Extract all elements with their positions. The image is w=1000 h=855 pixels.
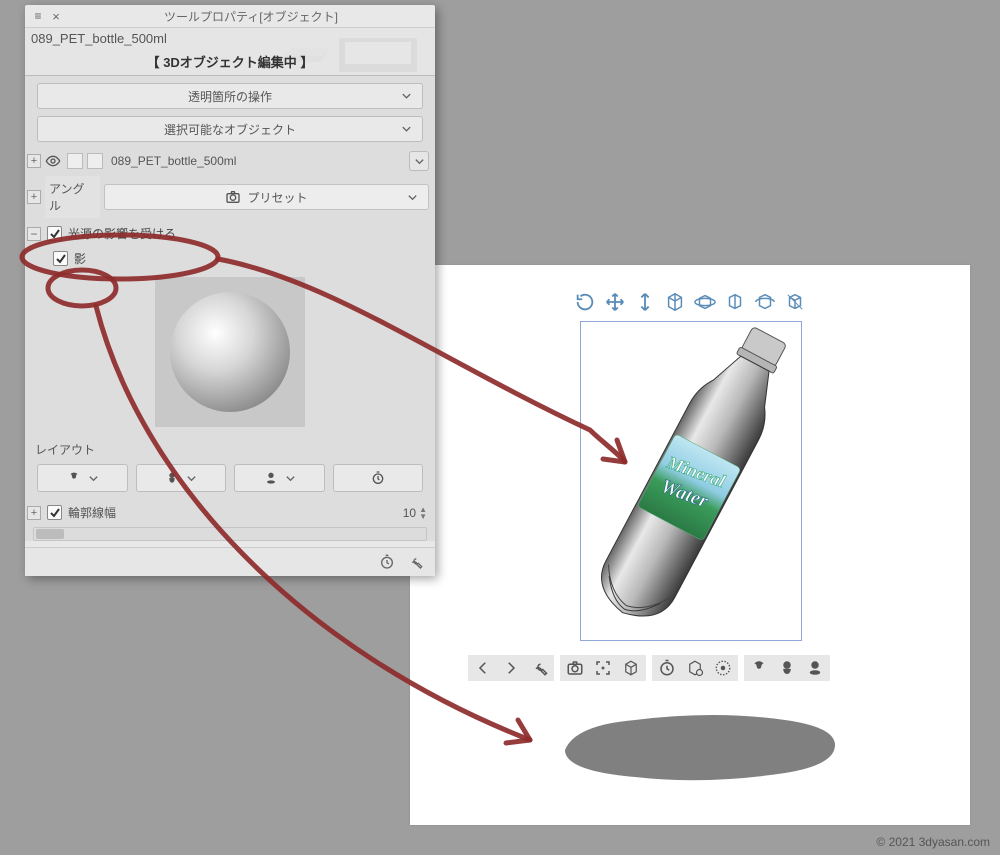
rotate-icon[interactable]: [574, 291, 596, 313]
angle-preset-row: + アングル プリセット: [27, 176, 429, 218]
chevron-down-icon: [88, 473, 99, 484]
object-item-label: 089_PET_bottle_500ml: [111, 154, 405, 168]
lock-box[interactable]: [67, 153, 83, 169]
tool-property-panel: ≡ × ツールプロパティ[オブジェクト] 089_PET_bottle_500m…: [25, 5, 435, 576]
preset-select[interactable]: プリセット: [104, 184, 429, 210]
menu-icon[interactable]: ≡: [31, 9, 45, 23]
outline-label: 輪郭線幅: [68, 504, 116, 521]
orbit-dotted-icon[interactable]: [714, 659, 732, 677]
expand-icon[interactable]: +: [27, 154, 41, 168]
camera-icon: [225, 189, 241, 205]
wrench-icon[interactable]: [530, 659, 548, 677]
next-icon[interactable]: [502, 659, 520, 677]
cube-reset-icon[interactable]: [784, 291, 806, 313]
transparent-ops-label: 透明箇所の操作: [188, 88, 272, 105]
cube-timer-icon[interactable]: [686, 659, 704, 677]
expand-icon[interactable]: +: [27, 190, 41, 204]
prev-icon[interactable]: [474, 659, 492, 677]
wrench-icon[interactable]: [407, 554, 423, 570]
move-icon[interactable]: [604, 291, 626, 313]
viewport-toolbar: [468, 655, 830, 681]
bottle-object[interactable]: Mineral Water: [581, 322, 803, 642]
chevron-down-icon: [401, 91, 412, 102]
cube-tool-icon[interactable]: [622, 659, 640, 677]
material-b-icon[interactable]: [778, 659, 796, 677]
clock-icon[interactable]: [379, 554, 395, 570]
layout-buttons: [25, 460, 435, 500]
shadow-checkbox[interactable]: [53, 251, 68, 266]
outline-value[interactable]: 10: [403, 506, 416, 520]
move-vertical-icon[interactable]: [634, 291, 656, 313]
outline-slider[interactable]: [33, 527, 427, 541]
cube-scale-icon[interactable]: [754, 291, 776, 313]
copyright-label: © 2021 3dyasan.com: [876, 835, 990, 849]
cube-move-icon[interactable]: [724, 291, 746, 313]
camera-icon[interactable]: [566, 659, 584, 677]
edit-banner: 【 3Dオブジェクト編集中 】: [25, 49, 435, 75]
panel-header: 089_PET_bottle_500ml 【 3Dオブジェクト編集中 】: [25, 27, 435, 75]
chevron-down-icon: [401, 124, 412, 135]
cube-orbit-icon[interactable]: [694, 291, 716, 313]
transparent-ops-select[interactable]: 透明箇所の操作: [37, 83, 423, 109]
panel-titlebar[interactable]: ≡ × ツールプロパティ[オブジェクト]: [25, 5, 435, 27]
visibility-icon[interactable]: [45, 153, 63, 169]
light-affect-row: − 光源の影響を受ける: [25, 221, 435, 246]
layout-stand-button[interactable]: [136, 464, 227, 492]
chevron-down-icon: [407, 192, 418, 203]
collapse-icon[interactable]: −: [27, 227, 41, 241]
cube-rotate-icon[interactable]: [664, 291, 686, 313]
outline-width-row: + 輪郭線幅 10 ▲▼: [25, 500, 435, 525]
preset-label: プリセット: [247, 189, 307, 206]
close-icon[interactable]: ×: [49, 9, 63, 24]
chevron-down-icon[interactable]: [409, 151, 429, 171]
chevron-down-icon: [186, 473, 197, 484]
chevron-down-icon: [285, 473, 296, 484]
angle-label: アングル: [45, 176, 100, 218]
layout-ground-button[interactable]: [37, 464, 128, 492]
panel-title: ツールプロパティ[オブジェクト]: [73, 8, 429, 25]
light-preview[interactable]: [155, 277, 305, 427]
layout-section-label: レイアウト: [25, 435, 435, 460]
shadow-label: 影: [74, 250, 86, 267]
material-c-icon[interactable]: [806, 659, 824, 677]
selectable-objects-label: 選択可能なオブジェクト: [164, 121, 296, 138]
viewport-canvas[interactable]: Mineral Water: [410, 265, 970, 825]
slider-thumb[interactable]: [36, 529, 64, 539]
layout-shadow-button[interactable]: [234, 464, 325, 492]
shadow-blob: [535, 695, 845, 787]
selection-bounds[interactable]: Mineral Water: [580, 321, 802, 641]
panel-footer: [25, 547, 435, 576]
expand-icon[interactable]: +: [27, 506, 41, 520]
outline-checkbox[interactable]: [47, 505, 62, 520]
light-affect-checkbox[interactable]: [47, 226, 62, 241]
light-affect-label: 光源の影響を受ける: [68, 225, 176, 242]
layout-timer-button[interactable]: [333, 464, 424, 492]
material-a-icon[interactable]: [750, 659, 768, 677]
shadow-row: 影: [51, 246, 435, 271]
object-toolbar: [574, 291, 806, 313]
object-tree-row[interactable]: + 089_PET_bottle_500ml: [25, 149, 435, 173]
focus-icon[interactable]: [594, 659, 612, 677]
select-box[interactable]: [87, 153, 103, 169]
spinner-icon[interactable]: ▲▼: [419, 506, 427, 520]
timer-icon[interactable]: [658, 659, 676, 677]
selectable-objects-select[interactable]: 選択可能なオブジェクト: [37, 116, 423, 142]
